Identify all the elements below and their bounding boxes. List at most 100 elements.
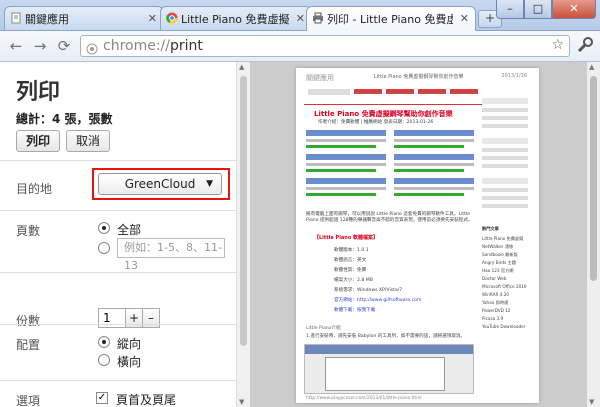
preview-site-header [304, 86, 482, 105]
close-tab-icon[interactable]: ✕ [148, 12, 157, 25]
preview-footer: http://www.playpcesor.com/2013/01/little… [306, 396, 422, 401]
layout-landscape-radio[interactable] [98, 354, 110, 366]
preview-sidebar-item: Angry Birds 主題 [482, 260, 516, 265]
browser-toolbar: ← → ⟳ chrome://print ☆ [0, 30, 600, 62]
screenshot-titlebar [305, 345, 473, 354]
destination-highlight: GreenCloud ▼ [92, 168, 230, 200]
layout-landscape-label: 橫向 [117, 355, 142, 369]
destination-select[interactable]: GreenCloud ▼ [98, 173, 222, 195]
header-footer-checkbox[interactable]: ✓ [96, 392, 108, 404]
preview-header-right: 2013/1/26 [501, 73, 527, 79]
preview-info-row: 系統需求：Windows XP/Vista/7 [334, 288, 403, 293]
page-title: 列印 [16, 80, 61, 105]
scroll-up-icon[interactable]: ▲ [589, 63, 594, 71]
preview-ads-block [306, 130, 476, 206]
copies-input[interactable]: 1 [98, 308, 126, 328]
url-text: chrome://print [103, 38, 203, 54]
preview-info-row: 官方網站：http://www.gilfsoftware.com [334, 298, 422, 303]
print-settings-panel: 列印 總計：4 張，張數 列印 取消 目的地 GreenCloud ▼ 頁數 全… [0, 62, 236, 407]
print-preview-area: 關鍵應用 Little Piano 免費虛擬鋼琴幫你創作音樂 2013/1/26… [250, 62, 600, 407]
scroll-down-icon[interactable]: ▼ [589, 398, 594, 406]
print-page: 列印 總計：4 張，張數 列印 取消 目的地 GreenCloud ▼ 頁數 全… [0, 62, 600, 407]
options-label: 選項 [16, 394, 41, 407]
forward-arrow-icon[interactable]: → [30, 36, 50, 56]
close-tab-icon[interactable]: ✕ [460, 12, 469, 25]
chrome-icon [166, 12, 178, 24]
window-controls: – □ ✕ [496, 0, 596, 19]
preview-sidebar-item: NetWalker 漂移 [482, 244, 514, 249]
pages-all-radio[interactable] [98, 222, 110, 234]
preview-info-header: 【Little Piano 軟體檔案】 [314, 235, 379, 241]
preview-sidebar-item: WinRAR 4.20 [482, 292, 510, 297]
preview-sidebar-item: Picasa 3.9 [482, 316, 504, 321]
preview-sidebar: 熱門文章 Little Piano 免費虛擬 NetWalker 漂移 Sand… [482, 98, 532, 398]
preview-sidebar-item: PowerDVD 12 [482, 308, 511, 313]
tab-apps[interactable]: 關鍵應用 ✕ [4, 6, 164, 30]
header-footer-label: 頁首及頁尾 [116, 393, 177, 407]
bookmark-star-icon[interactable]: ☆ [551, 37, 564, 53]
tab-label: 列印 - Little Piano 免費虛擬 [327, 13, 453, 26]
preview-header-center: Little Piano 免費虛擬鋼琴幫你創作音樂 [374, 74, 464, 80]
preview-screenshot-image [304, 344, 474, 394]
preview-article-title: Little Piano 免費虛擬鋼琴幫助你創作音樂 [314, 110, 453, 118]
destination-label: 目的地 [16, 182, 53, 196]
address-bar[interactable]: chrome://print ☆ [80, 35, 570, 57]
layout-label: 配置 [16, 338, 41, 352]
title-bar: 關鍵應用 ✕ Little Piano 免費虛擬鋼琴 ✕ 列印 - Little… [0, 0, 600, 31]
divider [0, 380, 236, 381]
preview-info-row: 軟體版本：1.0.1 [334, 248, 369, 253]
minimize-button[interactable]: – [496, 0, 524, 19]
back-arrow-icon[interactable]: ← [6, 36, 26, 56]
pages-range-input[interactable]: 例如：1-5、8、11-13 [117, 238, 225, 272]
copies-decrement-button[interactable]: – [142, 308, 160, 328]
preview-sidebar-item: Microsoft Office 2010 [482, 284, 527, 289]
preview-sidebar-item: Yahoo 即時通 [482, 300, 509, 305]
preview-sidebar-item: Doctor Web [482, 276, 507, 281]
divider [0, 160, 236, 161]
tab-little-piano[interactable]: Little Piano 免費虛擬鋼琴 ✕ [160, 6, 312, 30]
preview-sidebar-item: Little Piano 免費虛擬 [482, 236, 524, 241]
pages-range-radio[interactable] [98, 242, 110, 254]
print-button[interactable]: 列印 [16, 130, 60, 152]
preview-sidebar-blocks [482, 98, 530, 218]
print-summary: 總計：4 張，張數 [16, 112, 113, 126]
tab-print[interactable]: 列印 - Little Piano 免費虛擬 ✕ [306, 6, 476, 31]
scrollbar-thumb[interactable] [590, 76, 597, 281]
preview-sidebar-item: Hao 123 官方網 [482, 268, 514, 273]
settings-scrollbar[interactable]: ▲ ▼ [236, 62, 250, 407]
preview-intro: 擁有電腦上面有鋼琴，可以用說說 Little Piano 這套免費的鋼琴軟件工具… [306, 212, 473, 223]
chevron-down-icon: ▼ [206, 179, 213, 189]
copies-increment-button[interactable]: + [125, 308, 143, 328]
printer-icon [312, 12, 324, 24]
divider [0, 210, 236, 211]
preview-header-left: 關鍵應用 [306, 74, 334, 82]
preview-section-title: Little Piano介紹 [306, 326, 341, 331]
preview-info-row: 軟體性質：免費 [334, 268, 367, 273]
preview-sidebar-item: YouTube Downloader [482, 324, 526, 329]
pages-label: 頁數 [16, 224, 41, 238]
layout-portrait-label: 縱向 [117, 337, 142, 351]
divider [0, 324, 236, 325]
cancel-button[interactable]: 取消 [66, 130, 110, 152]
tab-label: 關鍵應用 [25, 12, 69, 26]
layout-portrait-radio[interactable] [98, 336, 110, 348]
copies-label: 份數 [16, 314, 41, 328]
tab-label: Little Piano 免費虛擬鋼琴 [181, 12, 289, 26]
maximize-button[interactable]: □ [524, 0, 552, 19]
close-window-button[interactable]: ✕ [552, 0, 596, 19]
preview-sidebar-heading: 熱門文章 [482, 226, 499, 231]
preview-info-row: 檔案大小：2.8 MB [334, 278, 373, 283]
preview-scrollbar[interactable]: ▲ ▼ [586, 62, 600, 407]
preview-info-row: 軟體下載：按我下載 [334, 308, 376, 313]
close-tab-icon[interactable]: ✕ [296, 12, 305, 25]
scroll-up-icon[interactable]: ▲ [239, 63, 244, 71]
screenshot-dialog [325, 357, 445, 391]
scrollbar-thumb[interactable] [240, 76, 247, 346]
divider [0, 272, 236, 273]
scroll-down-icon[interactable]: ▼ [239, 398, 244, 406]
preview-page: 關鍵應用 Little Piano 免費虛擬鋼琴幫你創作音樂 2013/1/26… [296, 68, 539, 403]
preview-section-text: 1.進行安裝時，請先安裝 Babylon 的工具列，如不需要的話，請將選項取消。 [306, 334, 466, 339]
reload-icon[interactable]: ⟳ [54, 36, 74, 56]
preview-sidebar-item: Sandboxie 最新版 [482, 252, 518, 257]
wrench-icon[interactable] [576, 36, 594, 58]
